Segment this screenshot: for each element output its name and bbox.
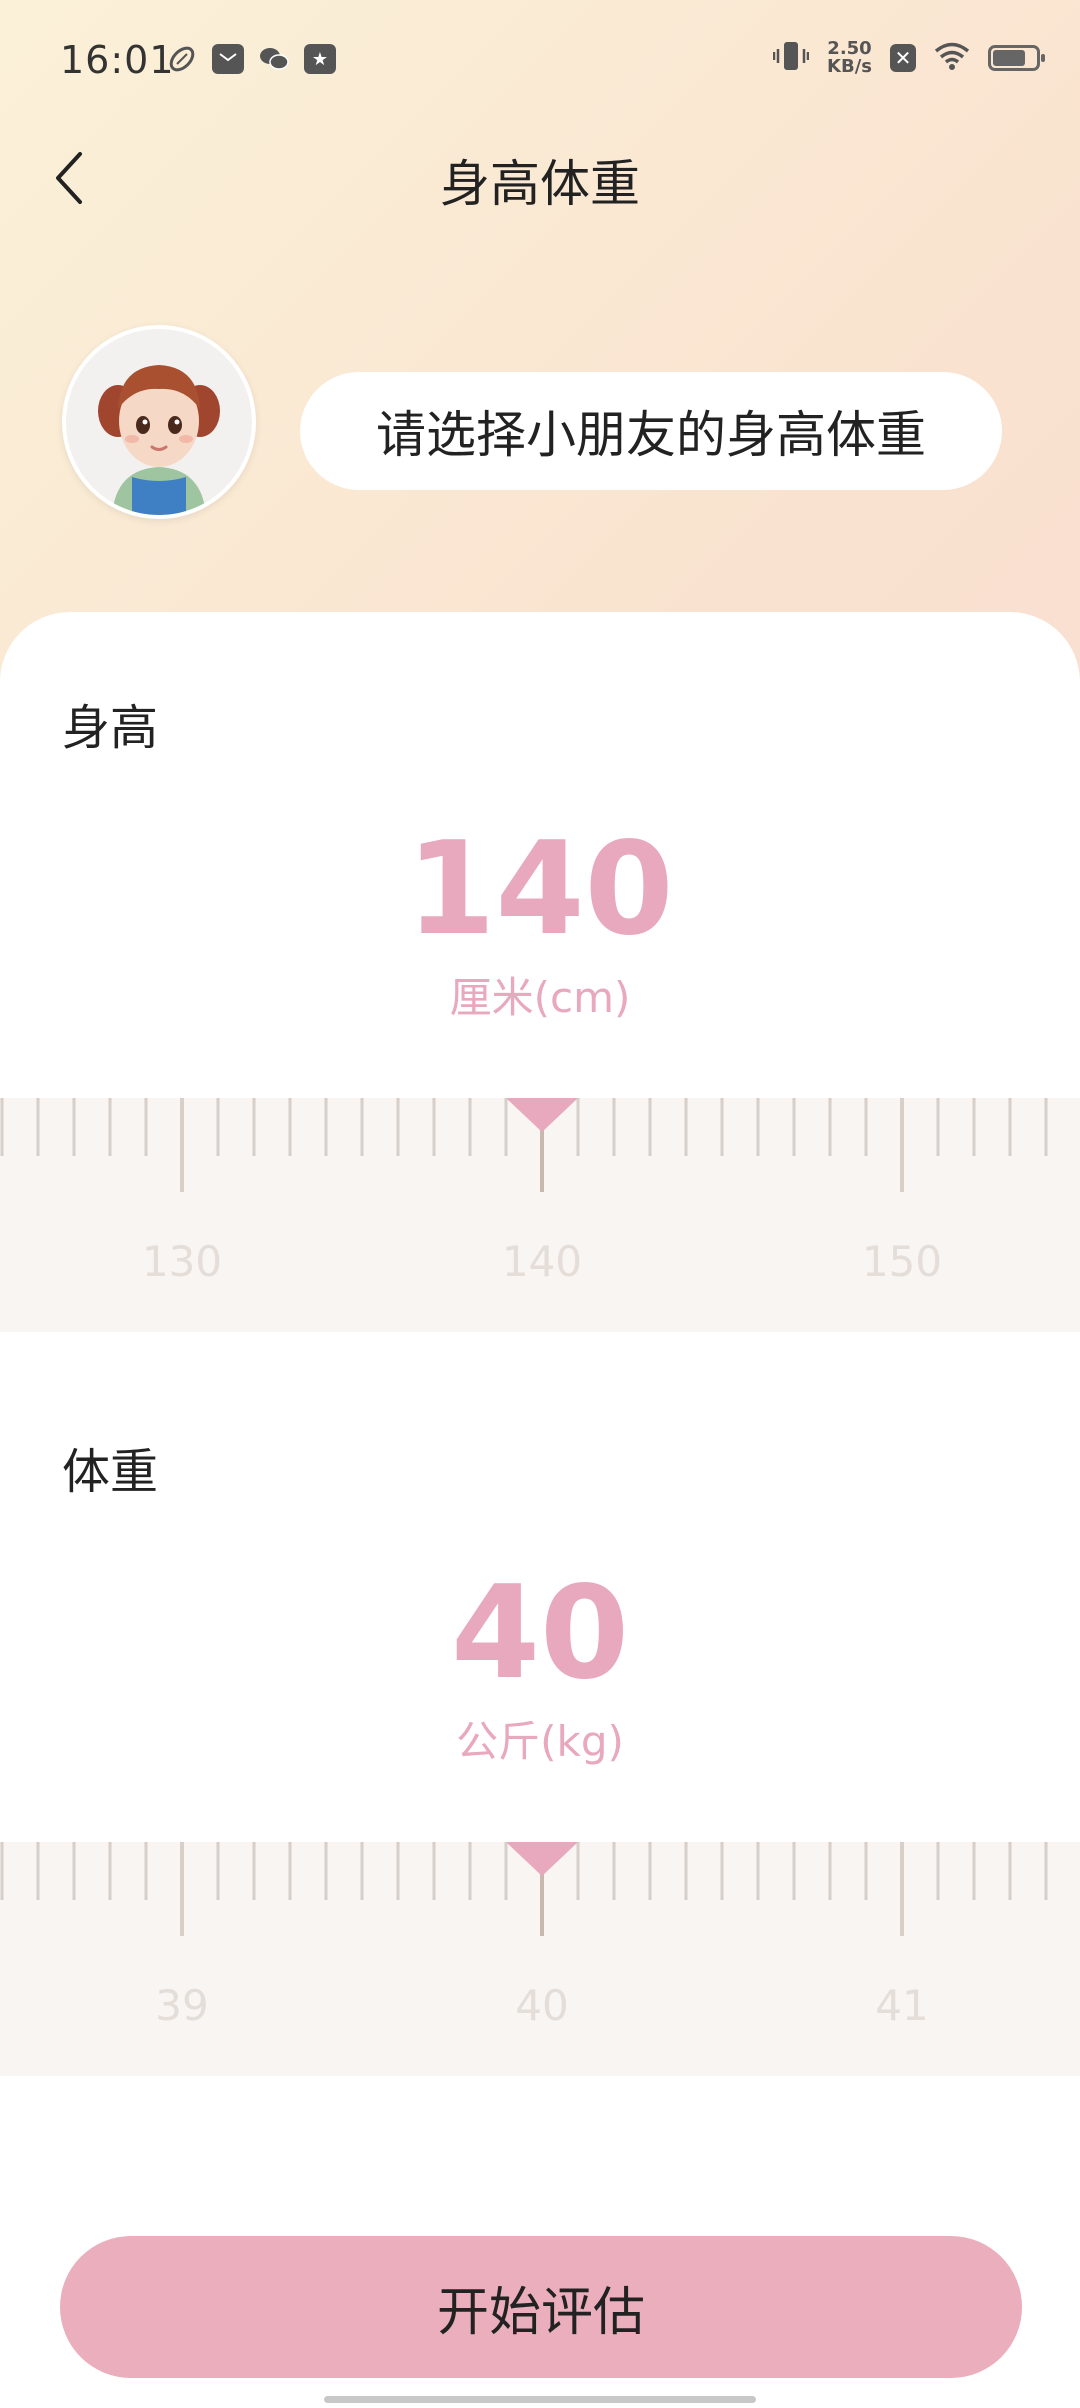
vibrate-icon — [772, 40, 810, 76]
net-speed: 2.50 KB/s — [827, 40, 872, 76]
height-ruler[interactable]: 130 140 150 — [0, 1098, 1080, 1332]
ruler-tick-label: 140 — [502, 1237, 582, 1286]
home-indicator[interactable] — [324, 2396, 756, 2403]
start-evaluation-button[interactable]: 开始评估 — [60, 2236, 1022, 2378]
ruler-tick-label: 39 — [155, 1981, 208, 2030]
weight-value: 40 — [450, 1559, 630, 1708]
ruler-tick-label: 130 — [142, 1237, 222, 1286]
weight-ruler[interactable]: 39 40 41 — [0, 1842, 1080, 2076]
system-icons: 2.50 KB/s ✕ — [772, 40, 1045, 76]
height-ruler-scale: 130 140 150 — [0, 1098, 1048, 1286]
child-avatar-illustration — [66, 329, 252, 515]
status-time: 16:01 — [60, 38, 175, 82]
height-unit: 厘米(cm) — [449, 973, 631, 1022]
prompt-bubble: 请选择小朋友的身高体重 — [300, 372, 1002, 490]
star-icon: ★ — [304, 44, 336, 74]
ruler-tick-label: 150 — [862, 1237, 942, 1286]
ruler-tick-label: 41 — [875, 1981, 928, 2030]
height-value: 140 — [406, 815, 674, 964]
sim-x-icon: ✕ — [890, 44, 916, 72]
notification-icons: ★ — [166, 44, 336, 74]
ruler-indicator-triangle — [506, 1098, 578, 1132]
wechat-icon — [258, 44, 290, 74]
avatar — [62, 325, 256, 519]
page-title: 身高体重 — [440, 155, 640, 213]
nav-bar: 身高体重 — [0, 130, 1080, 220]
status-bar: 16:01 ★ 2.50 KB/s ✕ — [0, 0, 1080, 130]
wifi-icon — [934, 42, 970, 74]
weight-unit: 公斤(kg) — [456, 1717, 624, 1766]
battery-icon — [988, 45, 1045, 71]
rugby-icon — [166, 44, 198, 74]
height-label: 身高 — [62, 700, 159, 756]
mail-icon — [212, 44, 244, 74]
weight-ruler-scale: 39 40 41 — [0, 1842, 1048, 2030]
ruler-indicator-triangle — [506, 1842, 578, 1876]
ruler-tick-label: 40 — [515, 1981, 568, 2030]
net-speed-unit: KB/s — [827, 56, 872, 77]
weight-label: 体重 — [62, 1444, 159, 1500]
